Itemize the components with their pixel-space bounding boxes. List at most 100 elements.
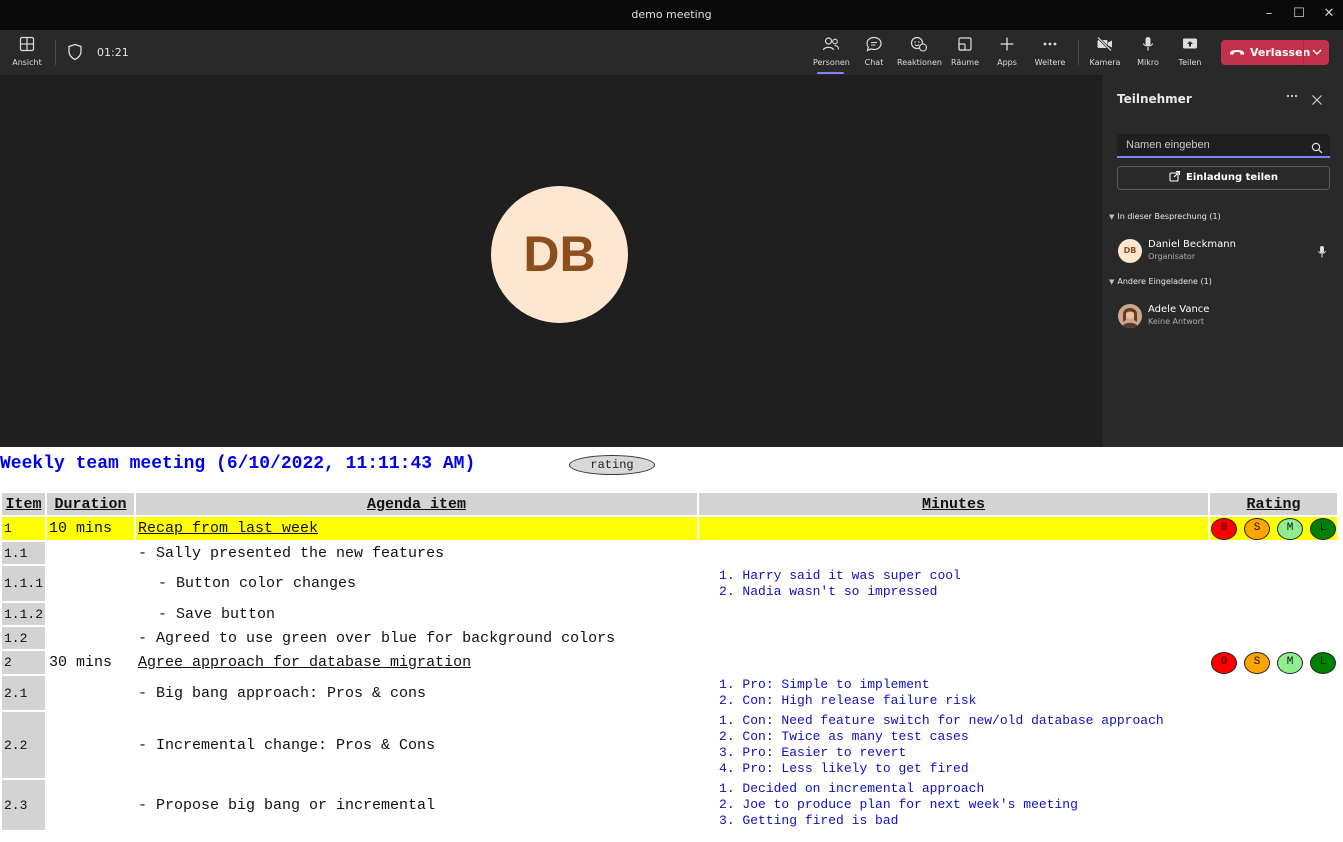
- agenda-item-link[interactable]: Recap from last week: [136, 517, 698, 540]
- column-header-agenda: Agenda item: [136, 493, 698, 515]
- caret-down-icon: ▼: [1109, 278, 1115, 286]
- shield-icon[interactable]: [67, 43, 83, 65]
- more-button[interactable]: Weitere: [1032, 36, 1068, 67]
- search-icon[interactable]: [1311, 139, 1323, 158]
- avatar: DB: [1118, 239, 1142, 263]
- participant-row[interactable]: Adele Vance Keine Antwort: [1117, 303, 1332, 331]
- maximize-button[interactable]: ☐: [1292, 6, 1306, 22]
- window-title-bar: demo meeting – ☐ ✕: [0, 0, 1343, 30]
- people-icon: [813, 36, 849, 56]
- duration-cell: [47, 627, 134, 649]
- reactions-button[interactable]: Reaktionen: [897, 36, 942, 67]
- rating-cell: 0 S M L: [1210, 517, 1338, 540]
- section-in-meeting[interactable]: ▼ In dieser Besprechung (1): [1109, 212, 1221, 221]
- table-row: 1 10 mins Recap from last week 0 S M L: [2, 517, 1338, 540]
- minutes-line: 2. Nadia wasn't so impressed: [719, 583, 938, 599]
- more-dots-icon: [1032, 36, 1068, 56]
- rating-button-0[interactable]: 0: [1211, 651, 1238, 674]
- camera-label: Kamera: [1089, 58, 1121, 67]
- item-number: 1.1.1: [2, 566, 46, 601]
- reactions-icon: [897, 36, 941, 56]
- panel-title: Teilnehmer: [1117, 92, 1192, 106]
- view-label: Ansicht: [12, 58, 42, 67]
- item-number: 1: [2, 517, 46, 540]
- agenda-item-link[interactable]: Agree approach for database migration: [136, 651, 697, 674]
- people-button[interactable]: Personen: [813, 36, 850, 67]
- duration-cell: [47, 566, 134, 601]
- rating-cell: [1210, 542, 1337, 564]
- rooms-button[interactable]: Räume: [949, 36, 981, 67]
- minutes-cell: 1. Pro: Simple to implement 2. Con: High…: [699, 676, 1208, 710]
- avatar: [1118, 304, 1142, 328]
- close-icon[interactable]: [1311, 91, 1323, 110]
- chat-label: Chat: [864, 58, 884, 67]
- plus-icon: [992, 36, 1022, 56]
- breakout-rooms-icon: [949, 36, 981, 56]
- agenda-item-text: - Sally presented the new features: [138, 544, 445, 562]
- active-tab-indicator: [817, 72, 844, 74]
- rating-button-m[interactable]: M: [1277, 517, 1304, 540]
- item-number: 2: [2, 651, 46, 674]
- rating-button-s[interactable]: S: [1244, 517, 1271, 540]
- share-screen-icon: [1175, 36, 1205, 56]
- item-number: 1.2: [2, 627, 46, 649]
- share-invite-button[interactable]: Einladung teilen: [1117, 166, 1330, 190]
- minutes-line: 1. Decided on incremental approach: [719, 781, 985, 796]
- panel-more-options-icon[interactable]: [1285, 89, 1299, 107]
- agenda-item-text: - Big bang approach: Pros & cons: [138, 684, 427, 702]
- item-number: 2.2: [2, 712, 46, 778]
- minutes-cell: 1. Decided on incremental approach 2. Jo…: [699, 780, 1208, 830]
- toolbar-divider: [1078, 40, 1079, 65]
- duration-cell: 30 mins: [49, 654, 113, 671]
- view-button[interactable]: Ansicht: [10, 36, 44, 67]
- minutes-line: 4. Pro: Less likely to get fired: [719, 761, 969, 776]
- minutes-cell: 1. Harry said it was super cool 2. Nadia…: [699, 566, 1208, 601]
- chevron-down-icon[interactable]: [1310, 44, 1324, 63]
- minimize-button[interactable]: –: [1262, 6, 1276, 22]
- agenda-item-text: - Incremental change: Pros & Cons: [138, 736, 436, 754]
- participant-row[interactable]: DB Daniel Beckmann Organisator: [1117, 238, 1332, 266]
- search-participants-input[interactable]: [1117, 134, 1330, 158]
- video-stage: DB: [0, 75, 1101, 447]
- chat-button[interactable]: Chat: [859, 36, 889, 67]
- table-row: 1.1.1 - Button color changes 1. Harry sa…: [2, 566, 1337, 601]
- camera-button[interactable]: Kamera: [1088, 36, 1122, 67]
- minutes-cell: [699, 603, 1208, 625]
- agenda-item-text: - Agreed to use green over blue for back…: [138, 629, 616, 647]
- item-number: 2.3: [2, 780, 46, 830]
- participant-name: Daniel Beckmann: [1148, 239, 1236, 250]
- table-row: 1.1.2 - Save button: [2, 603, 1337, 625]
- rating-cell: [1210, 712, 1337, 778]
- column-header-duration: Duration: [47, 493, 135, 515]
- share-button[interactable]: Teilen: [1175, 36, 1205, 67]
- agenda-item-text: Agree approach for database migration: [138, 654, 472, 671]
- table-row: 2.3 - Propose big bang or incremental 1.…: [2, 780, 1337, 830]
- rating-button-0[interactable]: 0: [1211, 517, 1238, 540]
- table-row: 1.2 - Agreed to use green over blue for …: [2, 627, 1337, 649]
- minutes-line: 2. Con: High release failure risk: [719, 693, 977, 708]
- apps-button[interactable]: Apps: [992, 36, 1022, 67]
- table-row: 2 30 mins Agree approach for database mi…: [2, 651, 1337, 674]
- reactions-label: Reaktionen: [897, 58, 942, 67]
- close-window-button[interactable]: ✕: [1322, 6, 1336, 22]
- rating-button-s[interactable]: S: [1244, 651, 1271, 674]
- minutes-line: 2. Joe to produce plan for next week's m…: [719, 797, 1078, 812]
- chat-icon: [859, 36, 889, 56]
- minutes-line: 2. Con: Twice as many test cases: [719, 729, 969, 744]
- apps-label: Apps: [997, 58, 1017, 67]
- duration-cell: [47, 712, 134, 778]
- rooms-label: Räume: [950, 58, 980, 67]
- meeting-toolbar: Ansicht 01:21 Personen Chat Reaktionen R…: [0, 30, 1343, 75]
- duration-cell: [47, 542, 134, 564]
- leave-label: Verlassen: [1250, 46, 1311, 59]
- rating-button-l[interactable]: L: [1310, 651, 1337, 674]
- mic-button[interactable]: Mikro: [1134, 36, 1162, 67]
- section-other-invitees[interactable]: ▼ Andere Eingeladene (1): [1109, 277, 1212, 286]
- rating-cell: [1210, 780, 1337, 830]
- item-number: 2.1: [2, 676, 46, 710]
- section-in-meeting-label: In dieser Besprechung (1): [1117, 212, 1221, 221]
- rating-toggle-button[interactable]: rating: [569, 455, 655, 475]
- rating-button-l[interactable]: L: [1310, 517, 1337, 540]
- leave-button[interactable]: Verlassen: [1221, 40, 1329, 65]
- rating-button-m[interactable]: M: [1277, 651, 1304, 674]
